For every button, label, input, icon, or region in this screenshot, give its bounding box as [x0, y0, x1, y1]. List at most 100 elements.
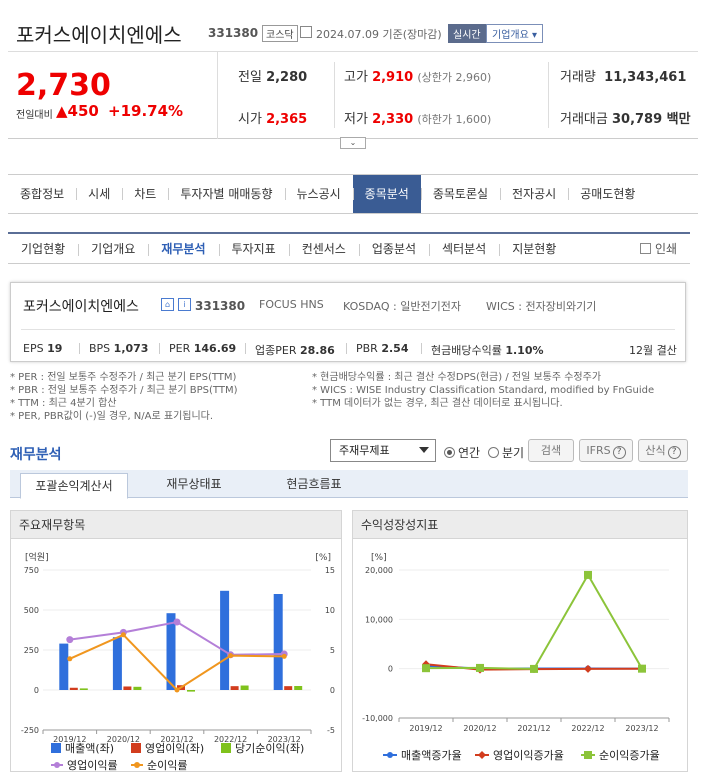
open-label: 시가	[238, 112, 262, 127]
divider	[159, 343, 160, 354]
per-label: PER	[169, 342, 191, 355]
legend-label: 영업이익률	[67, 759, 118, 772]
divider	[245, 343, 246, 354]
help-icon: ?	[612, 446, 626, 459]
radio-checked-icon	[444, 447, 455, 458]
x-tick-label: 2023/12	[625, 724, 658, 733]
divider	[21, 329, 675, 330]
tab-discussion[interactable]: 종목토론실	[420, 175, 500, 213]
company-code: 331380	[195, 299, 246, 313]
prev-close-value: 2,280	[266, 70, 308, 85]
note-list-left: * PER : 전일 보통주 수정주가 / 최근 분기 EPS(TTM) * P…	[10, 371, 238, 423]
y-tick-label: 0	[388, 665, 393, 674]
legend-swatch	[131, 743, 141, 753]
radio-annual[interactable]: 연간	[444, 444, 480, 461]
statement-select[interactable]: 주재무제표	[330, 439, 436, 462]
high-price: 고가 2,910 (상한가 2,960)	[344, 66, 491, 85]
legend-marker	[584, 751, 592, 759]
chart-title: 수익성장성지표	[353, 511, 687, 539]
bar-영업이익(좌)	[123, 686, 132, 690]
tab-income-statement[interactable]: 포괄손익계산서	[20, 473, 128, 499]
high-value: 2,910	[372, 70, 414, 85]
company-eng-name: FOCUS HNS	[259, 298, 324, 311]
bar-매출액(좌)	[59, 643, 69, 690]
point-순이익률	[174, 687, 180, 693]
tab-short-selling[interactable]: 공매도현황	[568, 175, 647, 213]
legend-label: 영업이익증가율	[493, 749, 564, 762]
subtab-industry-analysis[interactable]: 업종분석	[358, 234, 429, 263]
note: * TTM 데이터가 없는 경우, 최근 결산 데이터로 표시됩니다.	[312, 398, 563, 409]
subtab-investment-index[interactable]: 투자지표	[218, 234, 289, 263]
tab-news[interactable]: 뉴스공시	[284, 175, 353, 213]
formula-label: 산식	[645, 444, 666, 457]
home-icon[interactable]: ⌂	[161, 298, 174, 311]
divider	[421, 343, 422, 354]
bar-당기순이익(좌)	[187, 690, 195, 692]
pbr-label: PBR	[356, 342, 378, 355]
realtime-button[interactable]: 실시간	[448, 24, 486, 43]
tab-overview[interactable]: 종합정보	[8, 175, 76, 213]
y-tick-label: 10,000	[365, 615, 393, 624]
radio-quarter[interactable]: 분기	[488, 444, 524, 461]
eps-label: EPS	[23, 342, 44, 355]
legend-label: 매출액(좌)	[65, 742, 114, 755]
legend-label: 영업이익(좌)	[145, 742, 204, 755]
legend-marker	[54, 762, 60, 768]
note: * WICS : WISE Industry Classification St…	[312, 385, 655, 396]
company-overview-dropdown[interactable]: 기업개요 ▾	[486, 24, 543, 43]
subtab-consensus[interactable]: 컨센서스	[288, 234, 359, 263]
tab-investor-trends[interactable]: 투자자별 매매동향	[168, 175, 284, 213]
y-tick-label: 250	[24, 646, 39, 655]
tab-quotes[interactable]: 시세	[76, 175, 122, 213]
dividend-label: 현금배당수익률	[431, 344, 502, 357]
wics-industry: WICS : 전자장비와기기	[486, 300, 597, 313]
tab-cash-flow[interactable]: 현금흐름표	[260, 470, 368, 498]
tab-chart[interactable]: 차트	[122, 175, 168, 213]
point-영업이익증가율	[584, 664, 592, 673]
industry-per: 업종PER 28.86	[255, 342, 335, 358]
tab-balance-sheet[interactable]: 재무상태표	[140, 470, 248, 498]
bar-당기순이익(좌)	[79, 688, 88, 690]
price-summary: 2,730 전일대비 ▲450 +19.74% 전일 2,280 시가 2,36…	[8, 52, 698, 139]
legend-label: 당기순이익(좌)	[235, 742, 304, 755]
print-button[interactable]: 인쇄	[640, 240, 677, 257]
line-순이익증가율	[425, 572, 643, 670]
ifrs-help-button[interactable]: IFRS?	[579, 439, 633, 462]
note: * PBR : 전일 보통주 수정주가 / 최근 분기 BPS(TTM)	[10, 385, 238, 396]
legend-marker	[387, 752, 393, 758]
sub-tabs: 기업현황 기업개요 재무분석 투자지표 컨센서스 업종분석 섹터분석 지분현황	[8, 232, 690, 264]
subtab-shareholding[interactable]: 지분현황	[499, 234, 569, 263]
x-tick-label: 2021/12	[517, 724, 550, 733]
subtab-company-status[interactable]: 기업현황	[8, 234, 78, 263]
radio-quarter-label: 분기	[502, 446, 525, 460]
pbr-value: 2.54	[381, 342, 409, 355]
line-순이익률	[69, 633, 285, 692]
statement-tabs: 포괄손익계산서 재무상태표 현금흐름표	[10, 470, 688, 499]
divider	[548, 62, 549, 128]
growth-chart: [%] 20,000 10,000 0 -10,000 2019/12 2020/12 202…	[362, 553, 670, 762]
point-순이익증가율	[476, 663, 484, 672]
subtab-financial-analysis[interactable]: 재무분석	[148, 234, 218, 263]
subtab-company-overview[interactable]: 기업개요	[78, 234, 148, 263]
bar-영업이익(좌)	[69, 687, 78, 690]
industry-per-value: 28.86	[299, 344, 335, 357]
bar-영업이익(좌)	[284, 686, 293, 690]
note-list-right: * 현금배당수익률 : 최근 결산 수정DPS(현금) / 전일 보통주 수정주…	[312, 371, 654, 410]
subtab-sector-analysis[interactable]: 섹터분석	[429, 234, 499, 263]
prev-close: 전일 2,280	[238, 66, 307, 85]
info-icon[interactable]: i	[178, 298, 191, 311]
point-순이익증가율	[422, 664, 430, 673]
formula-help-button[interactable]: 산식?	[638, 439, 688, 462]
bar-매출액(좌)	[273, 594, 283, 690]
bar-당기순이익(좌)	[133, 686, 142, 690]
expand-toggle-button[interactable]: ⌄	[340, 137, 366, 149]
search-button[interactable]: 검색	[528, 439, 574, 462]
divider	[79, 343, 80, 354]
tab-stock-analysis[interactable]: 종목분석	[352, 175, 421, 213]
tab-disclosure[interactable]: 전자공시	[500, 175, 568, 213]
point-순이익증가율	[584, 570, 592, 579]
x-tick-label: 2020/12	[463, 724, 496, 733]
note: * TTM : 최근 4분기 합산	[10, 398, 117, 409]
calendar-icon	[300, 26, 312, 38]
note: * PER, PBR값이 (-)일 경우, N/A로 표기됩니다.	[10, 411, 214, 422]
